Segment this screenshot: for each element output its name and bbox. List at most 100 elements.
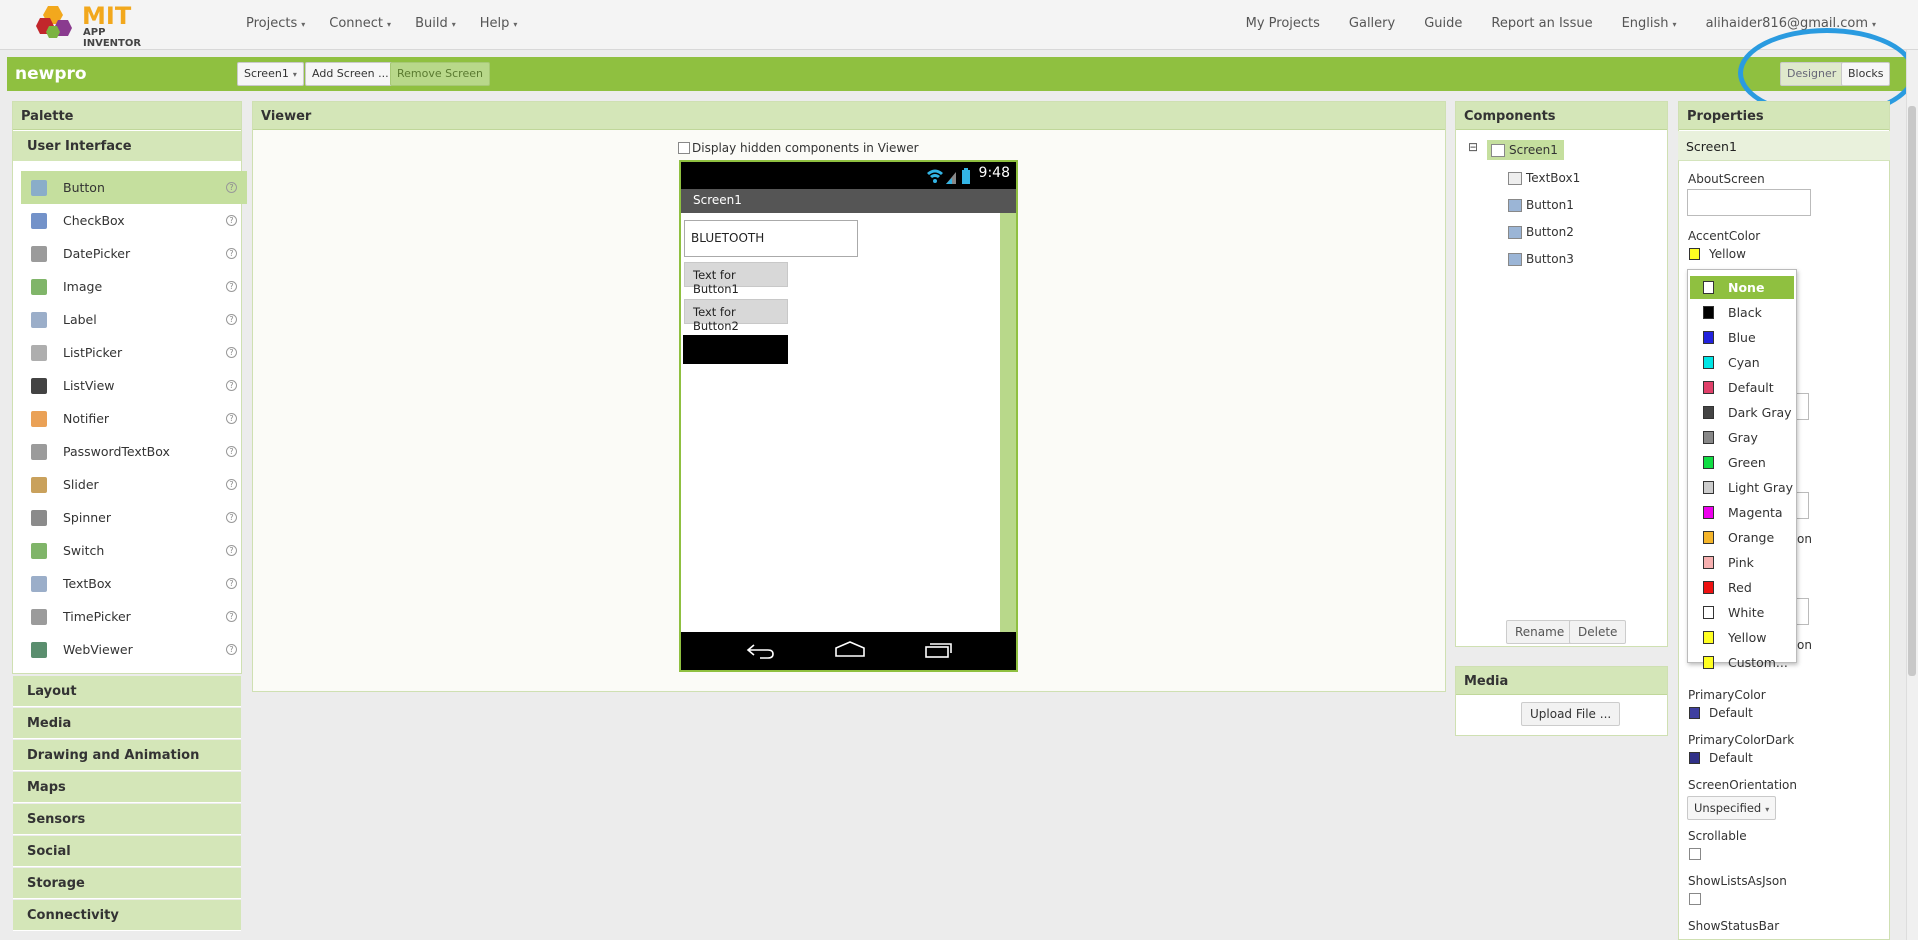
palette-category-storage[interactable]: Storage xyxy=(13,868,241,899)
textbox1-preview[interactable]: BLUETOOTH xyxy=(684,220,858,257)
palette-item-button[interactable]: Button? xyxy=(21,171,247,204)
designer-button[interactable]: Designer xyxy=(1780,62,1844,86)
help-icon[interactable]: ? xyxy=(226,215,237,226)
account-menu[interactable]: alihaider816@gmail.com ▾ xyxy=(1706,16,1876,31)
palette-item-listview[interactable]: ListView? xyxy=(21,369,247,402)
tree-item-textbox1[interactable]: TextBox1 xyxy=(1508,171,1580,185)
primary-dark-value[interactable]: Default xyxy=(1709,751,1753,765)
color-option-custom[interactable]: Custom... xyxy=(1690,651,1794,674)
menu-projects[interactable]: Projects ▾ xyxy=(246,16,305,31)
primary-color-value[interactable]: Default xyxy=(1709,706,1753,720)
help-icon[interactable]: ? xyxy=(226,182,237,193)
primary-dark-swatch[interactable] xyxy=(1689,752,1700,764)
palette-item-timepicker[interactable]: TimePicker? xyxy=(21,600,247,633)
tree-item-screen1[interactable]: Screen1 xyxy=(1487,140,1564,160)
button1-preview[interactable]: Text for Button1 xyxy=(684,262,788,296)
color-option-dark-gray[interactable]: Dark Gray xyxy=(1690,401,1794,424)
tree-item-button3[interactable]: Button3 xyxy=(1508,252,1574,266)
button2-preview[interactable]: Text for Button2 xyxy=(684,299,788,333)
color-option-red[interactable]: Red xyxy=(1690,576,1794,599)
help-icon[interactable]: ? xyxy=(226,512,237,523)
palette-item-slider[interactable]: Slider? xyxy=(21,468,247,501)
link-my-projects[interactable]: My Projects xyxy=(1246,16,1320,31)
color-option-cyan[interactable]: Cyan xyxy=(1690,351,1794,374)
add-screen-button[interactable]: Add Screen ... xyxy=(305,62,396,86)
help-icon[interactable]: ? xyxy=(226,479,237,490)
color-option-yellow[interactable]: Yellow xyxy=(1690,626,1794,649)
hidden-components-option: Display hidden components in Viewer xyxy=(678,141,919,155)
color-option-orange[interactable]: Orange xyxy=(1690,526,1794,549)
palette-category-media[interactable]: Media xyxy=(13,708,241,739)
help-icon[interactable]: ? xyxy=(226,281,237,292)
about-screen-input[interactable] xyxy=(1687,189,1811,216)
window-scrollbar[interactable] xyxy=(1906,50,1918,940)
palette-category-drawing-and-animation[interactable]: Drawing and Animation xyxy=(13,740,241,771)
help-icon[interactable]: ? xyxy=(226,413,237,424)
palette-category-social[interactable]: Social xyxy=(13,836,241,867)
palette-item-webviewer[interactable]: WebViewer? xyxy=(21,633,247,666)
app-logo[interactable]: MIT APP INVENTOR xyxy=(36,2,166,49)
color-option-magenta[interactable]: Magenta xyxy=(1690,501,1794,524)
help-icon[interactable]: ? xyxy=(226,380,237,391)
color-option-black[interactable]: Black xyxy=(1690,301,1794,324)
help-icon[interactable]: ? xyxy=(226,446,237,457)
palette-item-label[interactable]: Label? xyxy=(21,303,247,336)
color-option-none[interactable]: None xyxy=(1690,276,1794,299)
palette-item-notifier[interactable]: Notifier? xyxy=(21,402,247,435)
palette-category-connectivity[interactable]: Connectivity xyxy=(13,900,241,931)
color-option-light-gray[interactable]: Light Gray xyxy=(1690,476,1794,499)
upload-file-button[interactable]: Upload File ... xyxy=(1521,702,1621,726)
palette-category-layout[interactable]: Layout xyxy=(13,676,241,707)
palette-item-switch[interactable]: Switch? xyxy=(21,534,247,567)
link-gallery[interactable]: Gallery xyxy=(1349,16,1395,31)
scrollable-checkbox[interactable] xyxy=(1689,848,1701,860)
accent-color-swatch[interactable] xyxy=(1689,248,1700,260)
collapse-tree-icon[interactable]: ⊟ xyxy=(1468,140,1478,154)
orientation-select[interactable]: Unspecified ▾ xyxy=(1687,796,1777,820)
delete-button[interactable]: Delete xyxy=(1569,620,1627,644)
help-icon[interactable]: ? xyxy=(226,545,237,556)
color-option-default[interactable]: Default xyxy=(1690,376,1794,399)
color-option-blue[interactable]: Blue xyxy=(1690,326,1794,349)
color-option-white[interactable]: White xyxy=(1690,601,1794,624)
menu-help[interactable]: Help ▾ xyxy=(480,16,518,31)
color-option-label: Custom... xyxy=(1728,655,1788,670)
accent-color-value[interactable]: Yellow xyxy=(1709,247,1746,261)
link-report-issue[interactable]: Report an Issue xyxy=(1491,16,1592,31)
screen-select[interactable]: Screen1 ▾ xyxy=(237,62,304,86)
rename-button[interactable]: Rename xyxy=(1506,620,1574,644)
palette-item-passwordtextbox[interactable]: PasswordTextBox? xyxy=(21,435,247,468)
color-option-green[interactable]: Green xyxy=(1690,451,1794,474)
palette-item-listpicker[interactable]: ListPicker? xyxy=(21,336,247,369)
help-icon[interactable]: ? xyxy=(226,578,237,589)
notifier-icon xyxy=(31,410,47,427)
hidden-components-checkbox[interactable] xyxy=(678,142,690,154)
tree-item-button2[interactable]: Button2 xyxy=(1508,225,1574,239)
tree-item-button1[interactable]: Button1 xyxy=(1508,198,1574,212)
palette-item-spinner[interactable]: Spinner? xyxy=(21,501,247,534)
palette-category-sensors[interactable]: Sensors xyxy=(13,804,241,835)
show-lists-checkbox[interactable] xyxy=(1689,893,1701,905)
help-icon[interactable]: ? xyxy=(226,611,237,622)
palette-item-image[interactable]: Image? xyxy=(21,270,247,303)
language-menu[interactable]: English ▾ xyxy=(1622,16,1677,31)
palette-item-checkbox[interactable]: CheckBox? xyxy=(21,204,247,237)
link-guide[interactable]: Guide xyxy=(1424,16,1462,31)
menu-connect[interactable]: Connect ▾ xyxy=(329,16,391,31)
palette-item-textbox[interactable]: TextBox? xyxy=(21,567,247,600)
window-scroll-thumb[interactable] xyxy=(1908,106,1916,676)
color-option-gray[interactable]: Gray xyxy=(1690,426,1794,449)
help-icon[interactable]: ? xyxy=(226,248,237,259)
button3-preview[interactable] xyxy=(683,335,788,364)
help-icon[interactable]: ? xyxy=(226,644,237,655)
palette-category-user-interface[interactable]: User Interface xyxy=(13,131,241,162)
palette-category-maps[interactable]: Maps xyxy=(13,772,241,803)
help-icon[interactable]: ? xyxy=(226,347,237,358)
remove-screen-button[interactable]: Remove Screen xyxy=(390,62,490,86)
blocks-button[interactable]: Blocks xyxy=(1841,62,1891,86)
color-option-pink[interactable]: Pink xyxy=(1690,551,1794,574)
primary-color-swatch[interactable] xyxy=(1689,707,1700,719)
help-icon[interactable]: ? xyxy=(226,314,237,325)
palette-item-datepicker[interactable]: DatePicker? xyxy=(21,237,247,270)
menu-build[interactable]: Build ▾ xyxy=(415,16,456,31)
